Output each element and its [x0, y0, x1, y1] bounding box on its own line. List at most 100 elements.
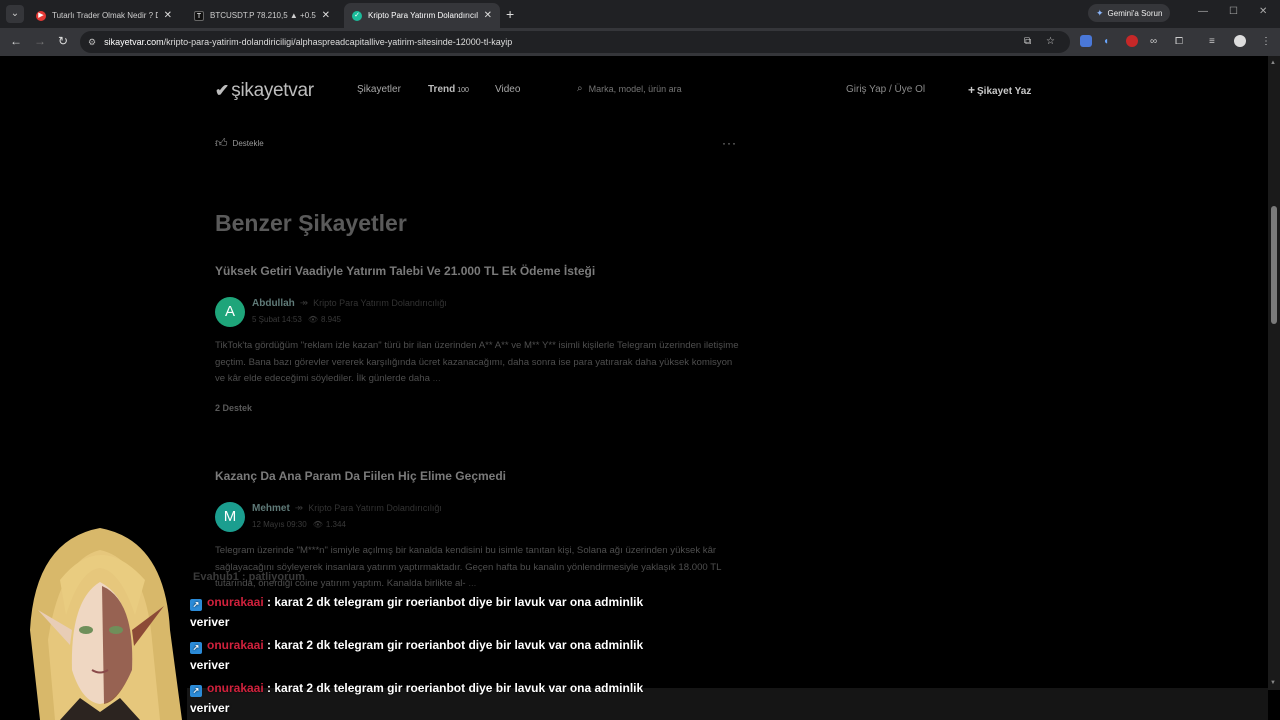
plus-icon: +: [968, 83, 976, 97]
minimize-icon[interactable]: —: [1198, 6, 1208, 17]
page-scrollbar[interactable]: ▲ ▼: [1268, 56, 1280, 690]
site-logo[interactable]: ✔ şikayetvar: [215, 80, 314, 102]
tab-youtube[interactable]: ▶ Tutarlı Trader Olmak Nedir ? Du ✕: [28, 3, 180, 28]
chat-message: ↗ onurakaai : karat 2 dk telegram gir roe…: [190, 635, 665, 675]
back-icon[interactable]: ←: [10, 34, 22, 48]
tab-title: BTCUSDT.P 78.210,5 ▲ +0.52%: [210, 11, 316, 20]
category-link[interactable]: Kripto Para Yatırım Dolandırıcılığı: [308, 503, 442, 513]
install-app-icon[interactable]: ⧉: [1024, 36, 1031, 47]
complaint-title[interactable]: Kazanç Da Ana Param Da Fiilen Hiç Elime …: [215, 469, 740, 483]
site-header: ✔ şikayetvar Şikayetler Trend 100 Video ⌕…: [0, 56, 1268, 124]
tab-title: Kripto Para Yatırım Dolandırıcılı: [368, 11, 478, 20]
author-name[interactable]: Abdullah: [252, 298, 295, 309]
site-search: ⌕: [577, 83, 789, 94]
address-bar[interactable]: ⚙ sikayetvar.com/kripto-para-yatirim-dol…: [80, 31, 1070, 53]
more-options-button[interactable]: ···: [722, 136, 737, 150]
tradingview-icon: T: [194, 10, 204, 21]
section-title: Benzer Şikayetler: [215, 210, 407, 236]
url-domain: sikayetvar.com: [104, 37, 164, 47]
adblock-icon[interactable]: [1126, 35, 1138, 47]
nav-trend-label: Trend: [428, 84, 456, 95]
extension-audio-icon[interactable]: ◖: [1103, 36, 1109, 47]
logo-text: şikayetvar: [231, 80, 314, 101]
menu-kebab-icon[interactable]: ⋮: [1261, 36, 1271, 47]
profile-avatar-icon[interactable]: [1234, 35, 1246, 47]
logo-check-icon: ✔: [215, 81, 230, 100]
complaint-title[interactable]: Yüksek Getiri Vaadiyle Yatırım Talebi Ve…: [215, 264, 740, 278]
tab-search-menu-button[interactable]: ⌄: [6, 5, 24, 23]
url-text[interactable]: sikayetvar.com/kripto-para-yatirim-dolan…: [104, 37, 512, 47]
reload-icon[interactable]: ↻: [58, 34, 68, 48]
chat-username: onurakaai: [207, 638, 264, 652]
complaint-text-body: TikTok'ta gördüğüm "reklam izle kazan" t…: [215, 340, 739, 384]
arrow-right-icon: ↠: [294, 503, 304, 514]
avatar: M: [215, 502, 245, 532]
reading-list-icon[interactable]: ≡: [1209, 36, 1215, 47]
thumbs-up-icon: 👍︎: [215, 136, 228, 150]
complaint-text[interactable]: Telegram üzerinde "M***n" ismiyle açılmı…: [215, 543, 740, 593]
scroll-up-icon[interactable]: ▲: [1270, 60, 1276, 66]
write-complaint-button[interactable]: + Şikayet Yaz: [968, 83, 1031, 97]
new-tab-button[interactable]: +: [506, 6, 514, 22]
extensions-puzzle-icon[interactable]: ⧠: [1175, 36, 1183, 47]
author-line: Mehmet ↠ Kripto Para Yatırım Dolandırıcılı…: [252, 503, 442, 514]
chat-username: onurakaai: [207, 595, 264, 609]
tab-tradingview[interactable]: T BTCUSDT.P 78.210,5 ▲ +0.52% ✕: [186, 3, 338, 28]
arrow-right-icon: ↠: [299, 298, 309, 309]
character-illustration: [30, 528, 182, 720]
stream-overlay-name: Evahub1 : patliyorum: [193, 571, 305, 583]
gemini-button[interactable]: ✦ Gemini'a Sorun: [1088, 4, 1171, 22]
url-path: /kripto-para-yatirim-dolandiriciligi/alp…: [163, 37, 513, 47]
trend-badge: 100: [457, 87, 469, 94]
search-input[interactable]: [588, 83, 789, 94]
read-more-ellipsis[interactable]: ...: [433, 373, 441, 384]
tab-sikayetvar[interactable]: ✓ Kripto Para Yatırım Dolandırıcılı ✕: [344, 3, 500, 28]
read-more-ellipsis[interactable]: ...: [468, 578, 476, 589]
nav-video[interactable]: Video: [495, 84, 520, 95]
write-complaint-label: Şikayet Yaz: [977, 86, 1032, 97]
author-line: Abdullah ↠ Kripto Para Yatırım Dolandırıcı…: [252, 298, 447, 309]
chat-username: onurakaai: [207, 681, 264, 695]
complaint-date: 5 Şubat 14:53: [252, 315, 302, 324]
eye-icon: 👁︎: [312, 520, 323, 529]
support-count: 2 Destek: [215, 402, 253, 413]
sikayetvar-icon: ✓: [352, 10, 362, 21]
support-label: Destekle: [232, 139, 264, 148]
site-info-icon[interactable]: ⚙: [88, 37, 96, 48]
chat-badge-icon: ↗: [190, 685, 202, 697]
scroll-down-icon[interactable]: ▼: [1270, 680, 1276, 686]
close-icon[interactable]: ✕: [164, 10, 172, 21]
complaint-meta: 5 Şubat 14:53 👁︎ 8.945: [252, 315, 341, 324]
complaint-card: Yüksek Getiri Vaadiyle Yatırım Talebi Ve…: [215, 264, 740, 413]
tab-title: Tutarlı Trader Olmak Nedir ? Du: [52, 11, 158, 20]
nav-trend[interactable]: Trend 100: [428, 84, 469, 95]
support-button[interactable]: 👍︎ Destekle: [215, 136, 264, 151]
chat-badge-icon: ↗: [190, 599, 202, 611]
author-name[interactable]: Mehmet: [252, 503, 290, 514]
maximize-icon[interactable]: ☐: [1229, 6, 1238, 17]
tab-strip: ⌄ ▶ Tutarlı Trader Olmak Nedir ? Du ✕ T …: [0, 0, 1280, 28]
category-link[interactable]: Kripto Para Yatırım Dolandırıcılığı: [313, 298, 447, 308]
gemini-label: Gemini'a Sorun: [1107, 8, 1163, 18]
chat-badge-icon: ↗: [190, 642, 202, 654]
complaint-date: 12 Mayıs 09:30: [252, 520, 307, 529]
vtuber-avatar: [0, 520, 190, 720]
complaint-meta: 12 Mayıs 09:30 👁︎ 1.344: [252, 520, 346, 529]
gemini-icon: ✦: [1096, 7, 1104, 18]
close-icon[interactable]: ✕: [484, 10, 492, 21]
bookmark-star-icon[interactable]: ☆: [1046, 36, 1055, 47]
close-icon[interactable]: ✕: [322, 10, 330, 21]
extension-screen-icon[interactable]: [1080, 35, 1092, 47]
search-icon: ⌕: [577, 83, 583, 94]
scroll-thumb[interactable]: [1271, 206, 1277, 324]
forward-icon[interactable]: →: [34, 34, 46, 48]
chat-message: ↗ onurakaai : karat 2 dk telegram gir roe…: [190, 678, 665, 718]
extension-glasses-icon[interactable]: ∞: [1150, 36, 1157, 47]
avatar: A: [215, 297, 245, 327]
login-link[interactable]: Giriş Yap / Üye Ol: [846, 84, 925, 95]
close-window-icon[interactable]: ✕: [1259, 6, 1267, 17]
nav-complaints[interactable]: Şikayetler: [357, 84, 401, 95]
complaint-text[interactable]: TikTok'ta gördüğüm "reklam izle kazan" t…: [215, 338, 740, 388]
eye-icon: 👁︎: [307, 315, 318, 324]
author-row: A Abdullah ↠ Kripto Para Yatırım Dolandırı…: [215, 297, 740, 333]
